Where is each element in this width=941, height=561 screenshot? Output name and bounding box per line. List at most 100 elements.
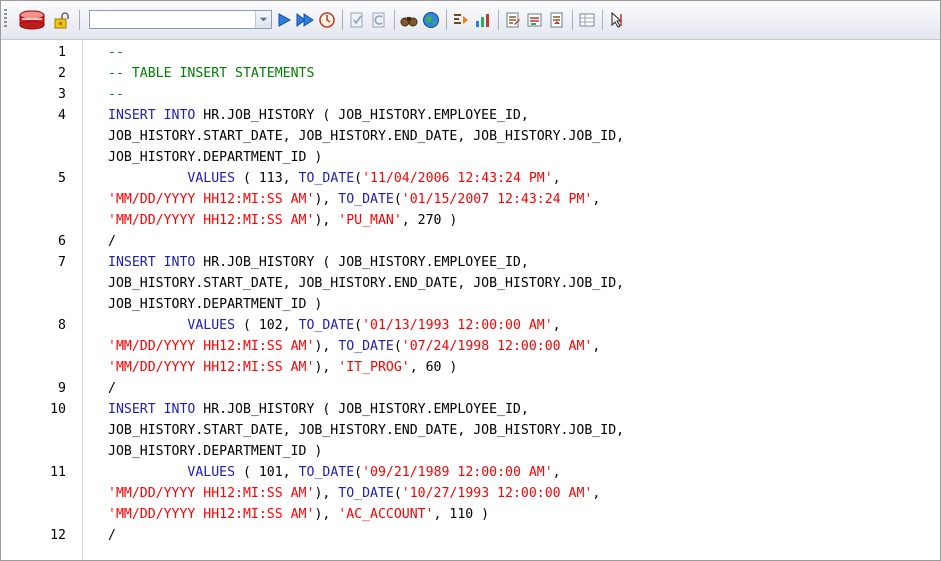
code-line[interactable]: 'MM/DD/YYYY HH12:MI:SS AM'), TO_DATE('01…: [108, 189, 600, 210]
lock-icon[interactable]: [51, 9, 73, 31]
code-token-plain: JOB_HISTORY.START_DATE, JOB_HISTORY.END_…: [108, 423, 625, 438]
code-token-plain: /: [108, 234, 116, 249]
line-number: 11: [50, 465, 66, 480]
rollback-icon[interactable]: [368, 9, 390, 31]
find-icon[interactable]: [398, 9, 420, 31]
line-number: 7: [58, 255, 66, 270]
code-token-string: '07/24/1998 12:00:00 AM': [401, 339, 593, 354]
commit-icon[interactable]: [346, 9, 368, 31]
code-line[interactable]: 'MM/DD/YYYY HH12:MI:SS AM'), 'IT_PROG', …: [108, 357, 457, 378]
code-token-comment: -- TABLE INSERT STATEMENTS: [108, 66, 315, 81]
code-line[interactable]: INSERT INTO HR.JOB_HISTORY ( JOB_HISTORY…: [108, 399, 529, 420]
code-token-plain: ),: [314, 339, 339, 354]
code-token-plain: (: [354, 318, 363, 333]
connect-db-icon[interactable]: [15, 9, 49, 31]
code-token-string: 'MM/DD/YYYY HH12:MI:SS AM': [108, 507, 315, 522]
dropdown-arrow-icon[interactable]: [255, 11, 271, 28]
code-token-keyword: INSERT INTO: [108, 108, 196, 123]
code-token-plain: ),: [314, 486, 339, 501]
line-number: 6: [58, 234, 66, 249]
chart-icon[interactable]: [472, 9, 494, 31]
code-editor[interactable]: 1 2 3 4 5 6 7 8 9 10 11 12 -- -- TABLE INSERT STATEM…: [1, 40, 940, 560]
line-number: 2: [58, 66, 66, 81]
code-token-plain: /: [108, 528, 116, 543]
open-icon[interactable]: [546, 9, 568, 31]
code-token-plain: JOB_HISTORY.DEPARTMENT_ID ): [108, 444, 323, 459]
code-token-plain: JOB_HISTORY.START_DATE, JOB_HISTORY.END_…: [108, 129, 625, 144]
code-line[interactable]: VALUES ( 101, TO_DATE('09/21/1989 12:00:…: [108, 462, 561, 483]
code-token-plain: /: [108, 381, 116, 396]
code-token-plain: HR.JOB_HISTORY ( JOB_HISTORY.EMPLOYEE_ID…: [195, 255, 529, 270]
globe-icon[interactable]: [420, 9, 442, 31]
code-token-plain: ),: [314, 507, 339, 522]
code-token-string: 'MM/DD/YYYY HH12:MI:SS AM': [108, 213, 315, 228]
code-line[interactable]: 'MM/DD/YYYY HH12:MI:SS AM'), TO_DATE('07…: [108, 336, 600, 357]
sql-history-combo[interactable]: [89, 10, 272, 29]
code-token-plain: ,: [552, 465, 561, 480]
save-icon[interactable]: [524, 9, 546, 31]
code-token-plain: (: [393, 339, 402, 354]
code-token-string: '11/04/2006 12:43:24 PM': [362, 171, 553, 186]
line-number: 8: [58, 318, 66, 333]
code-line[interactable]: JOB_HISTORY.DEPARTMENT_ID ): [108, 441, 322, 462]
code-line[interactable]: /: [108, 525, 116, 546]
code-token-plain: (: [354, 465, 363, 480]
code-line[interactable]: JOB_HISTORY.START_DATE, JOB_HISTORY.END_…: [108, 273, 624, 294]
code-token-keyword: VALUES: [187, 171, 236, 186]
code-line[interactable]: /: [108, 378, 116, 399]
code-token-comment: --: [108, 87, 124, 102]
code-line[interactable]: JOB_HISTORY.START_DATE, JOB_HISTORY.END_…: [108, 126, 624, 147]
line-number: 3: [58, 87, 66, 102]
code-token-plain: ),: [314, 213, 339, 228]
code-line[interactable]: --: [108, 42, 124, 63]
cursor-icon[interactable]: [606, 9, 628, 31]
code-token-plain: , 110 ): [433, 507, 490, 522]
code-token-keyword: VALUES: [187, 318, 236, 333]
edit-icon[interactable]: [502, 9, 524, 31]
code-line[interactable]: JOB_HISTORY.DEPARTMENT_ID ): [108, 294, 322, 315]
code-line[interactable]: JOB_HISTORY.START_DATE, JOB_HISTORY.END_…: [108, 420, 624, 441]
gutter-border: [82, 40, 83, 560]
code-token-keyword: INSERT INTO: [108, 402, 196, 417]
grid-icon[interactable]: [576, 9, 598, 31]
execute-icon[interactable]: [273, 9, 295, 31]
code-token-string: '09/21/1989 12:00:00 AM': [362, 465, 553, 480]
code-line[interactable]: JOB_HISTORY.DEPARTMENT_ID ): [108, 147, 322, 168]
code-token-keyword: TO_DATE: [338, 486, 394, 501]
code-line[interactable]: 'MM/DD/YYYY HH12:MI:SS AM'), 'PU_MAN', 2…: [108, 210, 457, 231]
code-token-plain: ),: [314, 360, 339, 375]
line-number: 1: [58, 45, 66, 60]
code-token-plain: ,: [592, 192, 601, 207]
code-token-keyword: INSERT INTO: [108, 255, 196, 270]
code-token-keyword: TO_DATE: [298, 171, 355, 186]
code-token-plain: ,: [592, 486, 601, 501]
code-token-plain: (: [393, 486, 402, 501]
format-sql-icon[interactable]: [450, 9, 472, 31]
code-token-keyword: TO_DATE: [338, 192, 394, 207]
toolbar-separator: [79, 10, 80, 30]
line-number: 10: [50, 402, 66, 417]
code-token-string: 'IT_PROG': [338, 360, 410, 375]
code-token-string: 'MM/DD/YYYY HH12:MI:SS AM': [108, 192, 315, 207]
code-line[interactable]: /: [108, 231, 116, 252]
code-line[interactable]: VALUES ( 113, TO_DATE('11/04/2006 12:43:…: [108, 168, 560, 189]
explain-plan-icon[interactable]: [316, 9, 338, 31]
execute-script-icon[interactable]: [294, 9, 316, 31]
code-token-plain: ,: [552, 318, 561, 333]
code-line[interactable]: 'MM/DD/YYYY HH12:MI:SS AM'), 'AC_ACCOUNT…: [108, 504, 489, 525]
code-line[interactable]: --: [108, 84, 124, 105]
toolbar-grip[interactable]: [4, 9, 7, 29]
code-line[interactable]: 'MM/DD/YYYY HH12:MI:SS AM'), TO_DATE('10…: [108, 483, 600, 504]
code-token-plain: ,: [592, 339, 601, 354]
code-line[interactable]: VALUES ( 102, TO_DATE('01/13/1993 12:00:…: [108, 315, 561, 336]
code-area[interactable]: -- -- TABLE INSERT STATEMENTS -- INSERT INT…: [108, 40, 936, 560]
code-line[interactable]: -- TABLE INSERT STATEMENTS: [108, 63, 314, 84]
code-token-plain: JOB_HISTORY.START_DATE, JOB_HISTORY.END_…: [108, 276, 625, 291]
code-token-comment: --: [108, 45, 124, 60]
code-line[interactable]: INSERT INTO HR.JOB_HISTORY ( JOB_HISTORY…: [108, 252, 529, 273]
code-token-string: '10/27/1993 12:00:00 AM': [401, 486, 593, 501]
line-number-gutter: 1 2 3 4 5 6 7 8 9 10 11 12: [1, 40, 82, 560]
code-line[interactable]: INSERT INTO HR.JOB_HISTORY ( JOB_HISTORY…: [108, 105, 529, 126]
code-token-plain: ( 113,: [235, 171, 299, 186]
